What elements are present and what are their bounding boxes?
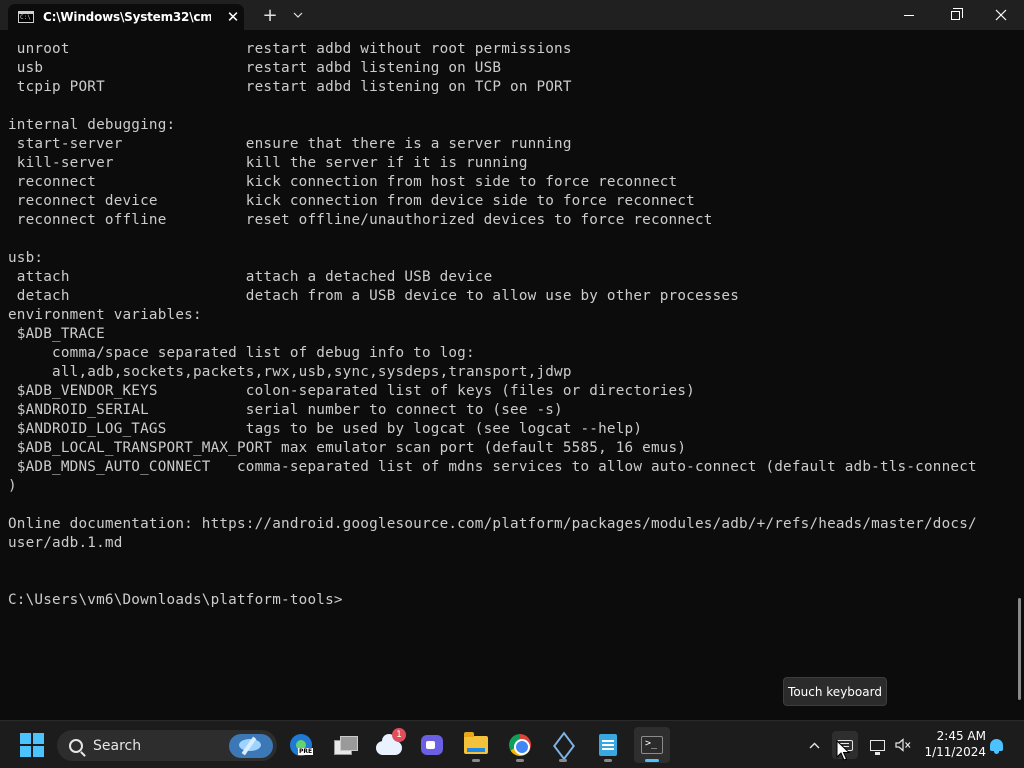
console-line: comma/space separated list of debug info… — [8, 345, 475, 361]
volume-muted-icon — [895, 738, 911, 752]
close-button[interactable] — [978, 0, 1024, 30]
console-line: ) — [8, 478, 17, 494]
console-line: detach detach from a USB device to allow… — [8, 288, 740, 304]
console-line: reconnect device kick connection from de… — [8, 193, 695, 209]
virtualbox-icon — [553, 734, 573, 756]
console-line: reconnect kick connection from host side… — [8, 174, 678, 190]
clock[interactable]: 2:45 AM 1/11/2024 — [920, 728, 986, 760]
console-line: unroot restart adbd without root permiss… — [8, 41, 572, 57]
console-line: Online documentation: https://android.go… — [8, 516, 977, 532]
terminal-icon — [641, 736, 663, 754]
touch-keyboard-tooltip: Touch keyboard — [783, 677, 887, 706]
network-button[interactable] — [866, 733, 888, 757]
windows-logo-icon — [20, 733, 44, 757]
taskbar-terminal[interactable] — [634, 727, 670, 763]
clock-time: 2:45 AM — [936, 729, 986, 743]
tab-dropdown-button[interactable] — [288, 0, 308, 30]
minimize-icon — [904, 14, 914, 16]
edge-icon — [290, 734, 314, 756]
cmd-icon — [18, 11, 34, 23]
notepad-icon — [599, 734, 617, 756]
chrome-icon — [509, 734, 531, 756]
console-line: internal debugging: — [8, 117, 176, 133]
clock-date: 1/11/2024 — [924, 745, 986, 759]
bell-icon — [989, 739, 1003, 754]
search-icon — [69, 738, 83, 753]
mouse-cursor-icon — [836, 740, 850, 761]
running-indicator — [559, 759, 567, 762]
taskbar-file-explorer[interactable] — [458, 727, 494, 763]
console-line: $ADB_MDNS_AUTO_CONNECT comma-separated l… — [8, 459, 977, 475]
console-output: unroot restart adbd without root permiss… — [8, 40, 977, 610]
console-line: $ADB_TRACE — [8, 326, 105, 342]
running-indicator — [604, 759, 612, 762]
chevron-up-icon — [809, 742, 819, 748]
search-label: Search — [93, 737, 142, 754]
running-indicator — [472, 759, 480, 762]
taskbar-chrome[interactable] — [502, 727, 538, 763]
tab-close-button[interactable]: ✕ — [225, 9, 241, 25]
console-line: tcpip PORT restart adbd listening on TCP… — [8, 79, 572, 95]
tab-title: C:\Windows\System32\cmd.e — [43, 10, 211, 24]
taskbar-meet[interactable] — [414, 727, 450, 763]
running-indicator — [516, 759, 524, 762]
console-line: usb restart adbd listening on USB — [8, 60, 502, 76]
tab-cmd[interactable]: C:\Windows\System32\cmd.e ✕ — [8, 4, 244, 30]
console-line: C:\Users\vm6\Downloads\platform-tools> — [8, 592, 343, 608]
video-call-icon — [421, 735, 443, 755]
console-area[interactable]: unroot restart adbd without root permiss… — [0, 30, 1024, 720]
console-line: environment variables: — [8, 307, 202, 323]
search-highlight-icon — [229, 734, 273, 758]
network-icon — [869, 739, 885, 755]
new-tab-button[interactable]: + — [260, 0, 280, 30]
volume-button[interactable] — [892, 733, 914, 757]
restore-icon — [950, 7, 963, 20]
console-line: $ADB_LOCAL_TRANSPORT_MAX_PORT max emulat… — [8, 440, 687, 456]
taskbar-notepad[interactable] — [590, 727, 626, 763]
taskbar-onedrive[interactable]: 1 — [371, 727, 407, 763]
close-icon — [995, 9, 1007, 21]
console-line: $ADB_VENDOR_KEYS colon-separated list of… — [8, 383, 695, 399]
show-hidden-icons-button[interactable] — [804, 733, 824, 757]
taskbar: Search 1 — [0, 720, 1024, 768]
console-line: kill-server kill the server if it is run… — [8, 155, 528, 171]
console-line: reconnect offline reset offline/unauthor… — [8, 212, 713, 228]
console-line: $ANDROID_SERIAL serial number to connect… — [8, 402, 563, 418]
maximize-button[interactable] — [932, 0, 978, 30]
cloud-icon — [376, 734, 402, 755]
task-view-icon — [334, 736, 358, 755]
console-line: attach attach a detached USB device — [8, 269, 493, 285]
desktop: C:\Windows\System32\cmd.e ✕ + unroot res… — [0, 0, 1024, 768]
folder-icon — [464, 732, 488, 754]
notifications-button[interactable] — [986, 734, 1006, 756]
taskbar-virtualbox[interactable] — [545, 727, 581, 763]
window-controls — [886, 0, 1024, 30]
taskbar-search[interactable]: Search — [57, 730, 277, 761]
taskbar-task-view[interactable] — [327, 727, 363, 763]
chevron-down-icon — [293, 12, 303, 18]
console-line: start-server ensure that there is a serv… — [8, 136, 572, 152]
title-bar: C:\Windows\System32\cmd.e ✕ + — [0, 0, 1024, 30]
minimize-button[interactable] — [886, 0, 932, 30]
scrollbar-thumb[interactable] — [1018, 598, 1021, 700]
console-line: usb: — [8, 250, 44, 266]
start-button[interactable] — [14, 727, 50, 763]
console-line: $ANDROID_LOG_TAGS tags to be used by log… — [8, 421, 643, 437]
taskbar-edge-preview[interactable] — [283, 727, 319, 763]
console-line: all,adb,sockets,packets,rwx,usb,sync,sys… — [8, 364, 572, 380]
active-indicator — [645, 759, 659, 762]
console-line: user/adb.1.md — [8, 535, 123, 551]
notification-badge: 1 — [392, 728, 406, 742]
